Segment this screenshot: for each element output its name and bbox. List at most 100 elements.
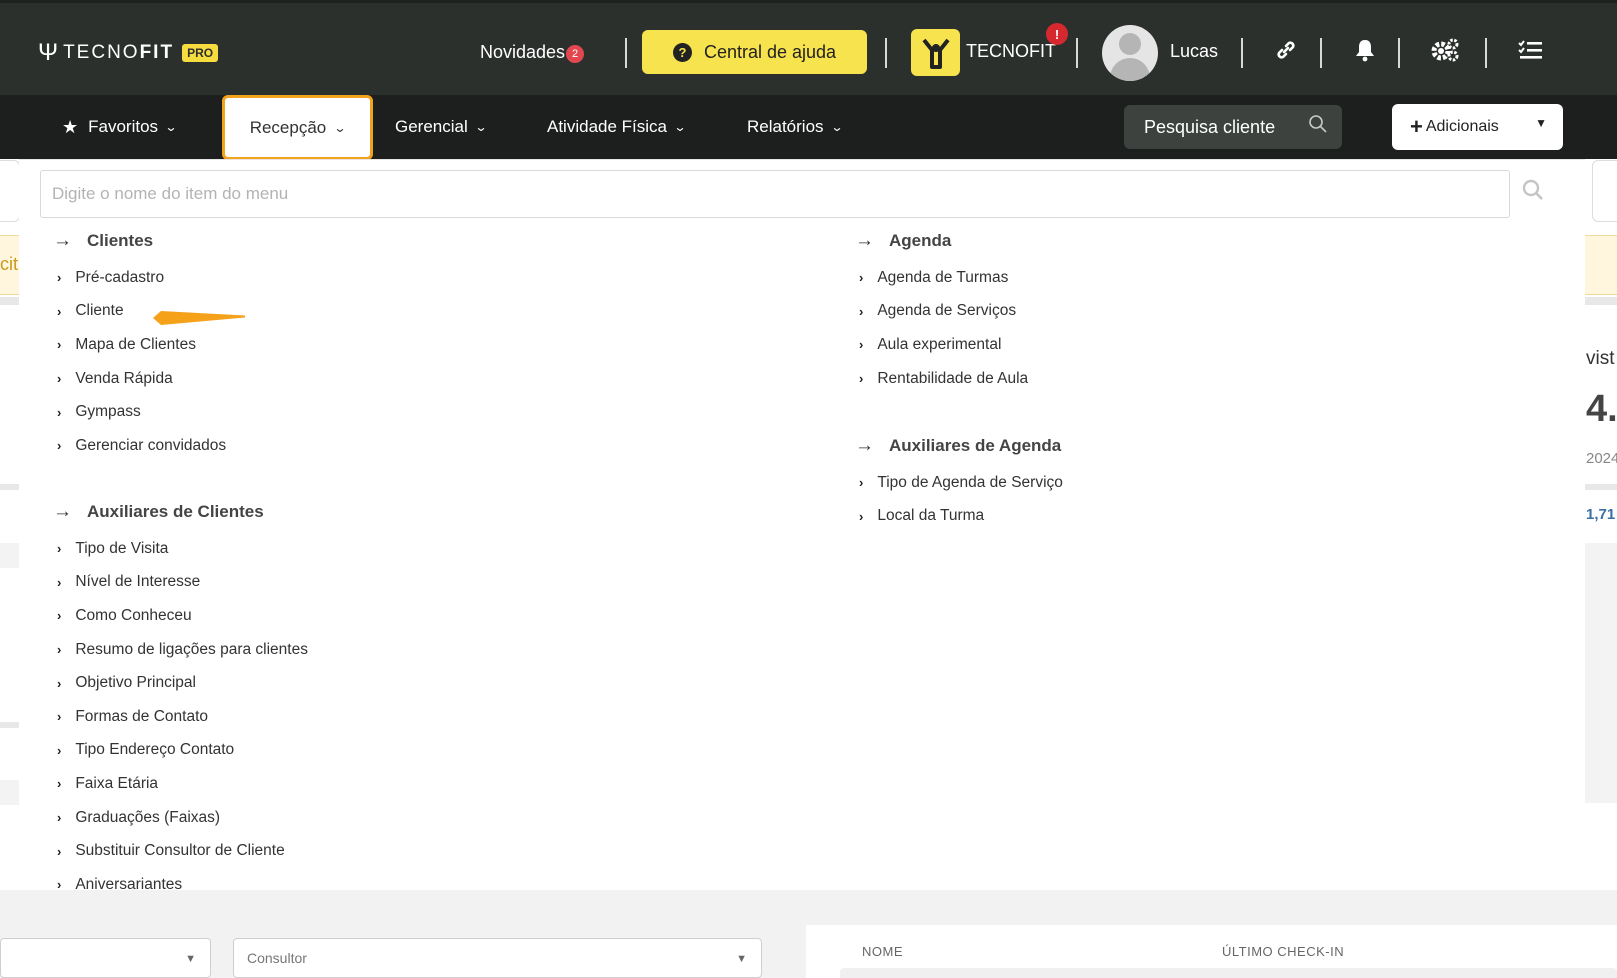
menu-item-substituir-consultor[interactable]: › Substituir Consultor de Cliente — [50, 834, 450, 868]
nav-physical-activity[interactable]: Atividade Física ⌄ — [547, 95, 687, 159]
menu-search-input[interactable]: Digite o nome do item do menu — [40, 170, 1510, 218]
group-title-auxiliares-agenda[interactable]: → Auxiliares de Agenda — [852, 431, 1252, 461]
menu-item-como-conheceu[interactable]: › Como Conheceu — [50, 599, 450, 633]
background-select[interactable]: ▼ — [0, 938, 211, 978]
tecnofit-logo[interactable]: Ψ TECNO FIT PRO — [38, 39, 219, 67]
logo-text-bold: FIT — [139, 42, 175, 63]
menu-item-venda-rapida[interactable]: › Venda Rápida — [50, 362, 380, 396]
divider — [1076, 38, 1078, 68]
unit-name[interactable]: TECNOFIT — [966, 41, 1056, 62]
chevron-right-icon: › — [859, 371, 864, 387]
bell-icon[interactable] — [1350, 35, 1380, 65]
group-title-agenda[interactable]: → Agenda — [852, 226, 1252, 256]
nav-reports[interactable]: Relatórios ⌄ — [747, 95, 843, 159]
menu-item-graduacoes[interactable]: › Graduações (Faixas) — [50, 801, 450, 835]
group-agenda: → Agenda › Agenda de Turmas › Agenda de Se… — [852, 226, 1252, 395]
divider — [1320, 38, 1322, 68]
column-header-name: NOME — [862, 944, 903, 959]
gears-icon[interactable] — [1430, 35, 1460, 65]
chevron-down-icon: ⌄ — [474, 120, 488, 134]
chevron-right-icon: › — [859, 270, 864, 286]
chevron-right-icon: › — [859, 303, 864, 319]
caret-down-icon: ▼ — [736, 953, 747, 965]
pointer-arrow-icon — [153, 311, 245, 325]
consultant-select[interactable]: Consultor ▼ — [233, 938, 762, 978]
chevron-right-icon: › — [57, 371, 62, 387]
menu-item-aula-experimental[interactable]: › Aula experimental — [852, 328, 1252, 362]
menu-item-agenda-de-servicos[interactable]: › Agenda de Serviços — [852, 295, 1252, 329]
chevron-right-icon: › — [57, 843, 62, 859]
arrow-right-icon: → — [53, 501, 72, 522]
unit-logo-icon[interactable] — [911, 29, 960, 76]
chevron-right-icon: › — [57, 810, 62, 826]
chevron-right-icon: › — [57, 877, 62, 893]
chevron-right-icon: › — [859, 508, 864, 524]
caret-down-icon: ▼ — [185, 953, 196, 965]
help-center-button[interactable]: ? Central de ajuda — [642, 30, 867, 74]
menu-item-gerenciar-convidados[interactable]: › Gerenciar convidados — [50, 429, 380, 463]
chevron-right-icon: › — [57, 675, 62, 691]
arrow-right-icon: → — [855, 435, 874, 456]
chevron-right-icon: › — [57, 270, 62, 286]
menu-item-resumo-ligacoes[interactable]: › Resumo de ligações para clientes — [50, 633, 450, 667]
logo-text-light: TECNO — [63, 42, 140, 63]
news-count-badge: 2 — [566, 45, 585, 63]
add-extras-button[interactable]: + Adicionais ▼ — [1392, 104, 1563, 150]
chevron-right-icon: › — [859, 475, 864, 491]
chevron-right-icon: › — [57, 642, 62, 658]
task-list-icon[interactable] — [1515, 35, 1545, 65]
main-nav: ★ Favoritos ⌄ Recepção ⌄ Gerencial ⌄ Ati… — [0, 95, 1617, 160]
menu-item-formas-de-contato[interactable]: › Formas de Contato — [50, 700, 450, 734]
unit-alert-badge: ! — [1046, 23, 1068, 45]
menu-item-tipo-de-agenda-de-servico[interactable]: › Tipo de Agenda de Serviço — [852, 466, 1252, 500]
chevron-right-icon: › — [57, 438, 62, 454]
news-link[interactable]: Novidades 2 — [480, 41, 585, 63]
group-title-clientes[interactable]: → Clientes — [50, 226, 380, 256]
table-row[interactable] — [840, 968, 1617, 978]
link-icon[interactable] — [1271, 35, 1301, 65]
divider — [1241, 38, 1243, 68]
group-title-auxiliares-clientes[interactable]: → Auxiliares de Clientes — [50, 497, 450, 527]
search-icon[interactable] — [1308, 114, 1328, 140]
group-auxiliares-agenda: → Auxiliares de Agenda › Tipo de Agenda d… — [852, 431, 1252, 533]
chevron-right-icon: › — [57, 404, 62, 420]
group-clientes: → Clientes › Pré-cadastro › Cliente › Mapa … — [50, 226, 380, 463]
question-circle-icon: ? — [672, 42, 692, 62]
nav-favorites[interactable]: ★ Favoritos ⌄ — [62, 95, 178, 159]
chevron-right-icon: › — [57, 608, 62, 624]
nav-reception[interactable]: Recepção ⌄ — [222, 95, 373, 160]
chevron-down-icon: ⌄ — [673, 120, 687, 134]
group-auxiliares-clientes: → Auxiliares de Clientes › Tipo de Visita… — [50, 497, 450, 902]
caret-down-icon[interactable]: ▼ — [1535, 116, 1547, 130]
help-center-label: Central de ajuda — [703, 41, 837, 62]
chevron-right-icon: › — [859, 337, 864, 353]
menu-item-tipo-endereco-contato[interactable]: › Tipo Endereço Contato — [50, 734, 450, 768]
menu-item-faixa-etaria[interactable]: › Faixa Etária — [50, 767, 450, 801]
background-card-edge — [0, 160, 20, 222]
background-text-fragment: 4. — [1586, 388, 1617, 430]
user-name[interactable]: Lucas — [1170, 41, 1218, 62]
background-banner-fragment: cit — [0, 235, 20, 295]
reception-mega-menu: Digite o nome do item do menu → Clientes… — [19, 159, 1585, 893]
menu-item-nivel-de-interesse[interactable]: › Nível de Interesse — [50, 566, 450, 600]
chevron-down-icon: ⌄ — [333, 120, 347, 135]
menu-item-tipo-de-visita[interactable]: › Tipo de Visita — [50, 532, 450, 566]
menu-item-local-da-turma[interactable]: › Local da Turma — [852, 500, 1252, 534]
menu-item-aniversariantes[interactable]: › Aniversariantes — [50, 868, 450, 902]
menu-item-gympass[interactable]: › Gympass — [50, 395, 380, 429]
search-icon[interactable] — [1522, 179, 1544, 207]
arrow-right-icon: → — [53, 230, 72, 251]
nav-management[interactable]: Gerencial ⌄ — [395, 95, 488, 159]
chevron-right-icon: › — [57, 574, 62, 590]
menu-item-rentabilidade-de-aula[interactable]: › Rentabilidade de Aula — [852, 362, 1252, 396]
arrow-right-icon: → — [855, 230, 874, 251]
chevron-right-icon: › — [57, 303, 62, 319]
menu-item-objetivo-principal[interactable]: › Objetivo Principal — [50, 666, 450, 700]
menu-item-mapa-de-clientes[interactable]: › Mapa de Clientes — [50, 328, 380, 362]
background-text-fragment: 1,71 — [1586, 506, 1616, 523]
user-avatar[interactable] — [1102, 25, 1158, 81]
menu-item-pre-cadastro[interactable]: › Pré-cadastro — [50, 261, 380, 295]
top-header: Ψ TECNO FIT PRO Novidades 2 ? Central de … — [0, 0, 1617, 95]
menu-item-agenda-de-turmas[interactable]: › Agenda de Turmas — [852, 261, 1252, 295]
client-search-input[interactable]: Pesquisa cliente — [1124, 105, 1342, 149]
